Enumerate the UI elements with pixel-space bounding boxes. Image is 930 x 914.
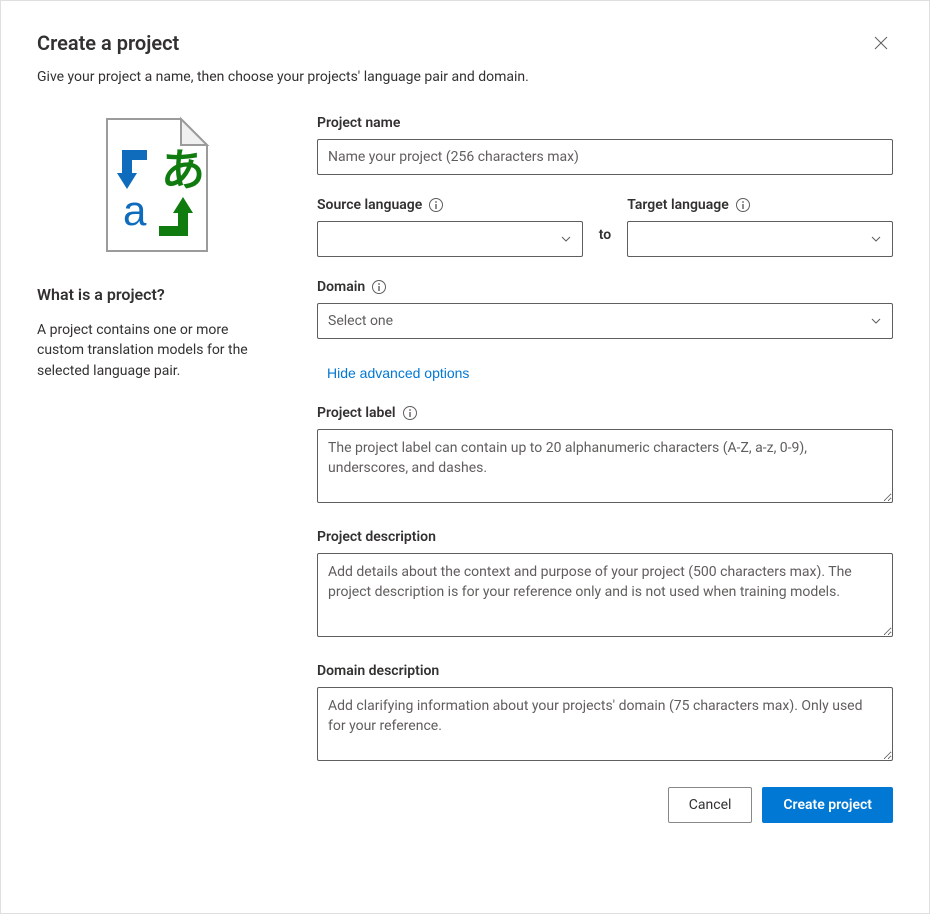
info-icon[interactable] [428,197,444,213]
svg-text:あ: あ [161,146,205,195]
project-name-label: Project name [317,115,893,131]
dialog-header: Create a project [37,25,893,69]
to-label: to [599,221,611,257]
project-description-input[interactable] [317,553,893,637]
source-language-field: Source language [317,197,583,257]
project-name-input[interactable] [317,139,893,175]
domain-description-label: Domain description [317,663,439,679]
dialog-subtitle: Give your project a name, then choose yo… [37,69,893,85]
info-heading: What is a project? [37,285,277,304]
domain-description-input[interactable] [317,687,893,761]
translator-document-icon: あ a [103,115,211,255]
create-project-dialog: Create a project Give your project a nam… [0,0,930,914]
project-description-field: Project description [317,529,893,641]
info-body: A project contains one or more custom tr… [37,320,277,381]
project-label-input[interactable] [317,429,893,503]
project-label-label: Project label [317,405,396,421]
info-icon[interactable] [402,405,418,421]
target-language-select[interactable] [627,221,893,257]
language-pair-row: Source language to Target language [317,197,893,257]
source-language-select[interactable] [317,221,583,257]
source-language-label: Source language [317,197,422,213]
domain-select[interactable]: Select one [317,303,893,339]
svg-text:a: a [123,187,147,234]
cancel-button[interactable]: Cancel [668,787,753,823]
close-button[interactable] [869,31,893,55]
dialog-footer: Cancel Create project [317,787,893,823]
chevron-down-icon [560,233,572,245]
dialog-title: Create a project [37,31,179,55]
target-language-label: Target language [627,197,729,213]
project-name-field: Project name [317,115,893,175]
domain-value: Select one [328,313,393,329]
info-icon[interactable] [371,279,387,295]
info-sidebar: あ a What is a project? A project contain… [37,115,277,823]
project-description-label: Project description [317,529,436,545]
domain-description-field: Domain description [317,663,893,765]
domain-label: Domain [317,279,365,295]
toggle-advanced-link[interactable]: Hide advanced options [327,365,469,381]
chevron-down-icon [870,233,882,245]
target-language-field: Target language [627,197,893,257]
chevron-down-icon [870,315,882,327]
info-icon[interactable] [735,197,751,213]
close-icon [873,35,889,51]
project-label-field: Project label [317,405,893,507]
create-project-button[interactable]: Create project [762,787,893,823]
domain-field: Domain Select one [317,279,893,339]
form: Project name Source language [317,115,893,823]
